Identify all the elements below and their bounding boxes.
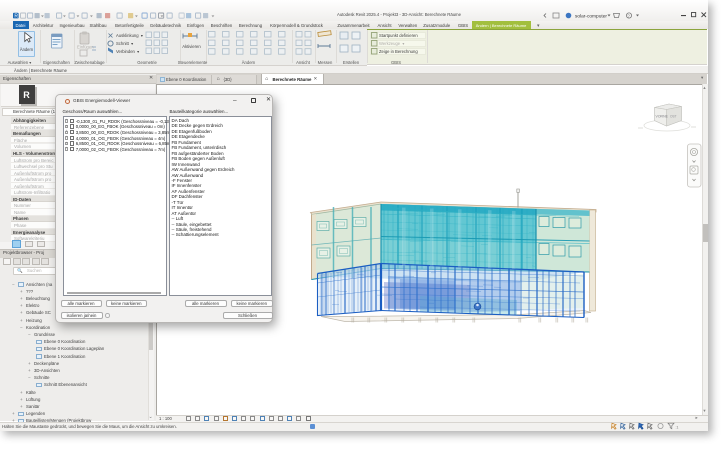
svg-text:VORNE: VORNE (656, 115, 669, 119)
svg-text:R: R (14, 14, 18, 20)
svg-text:solar-computer: solar-computer (575, 14, 607, 20)
svg-text::1: :1 (676, 425, 679, 429)
svg-text:Einfügen: Einfügen (77, 45, 94, 50)
svg-text:OST: OST (670, 115, 677, 119)
